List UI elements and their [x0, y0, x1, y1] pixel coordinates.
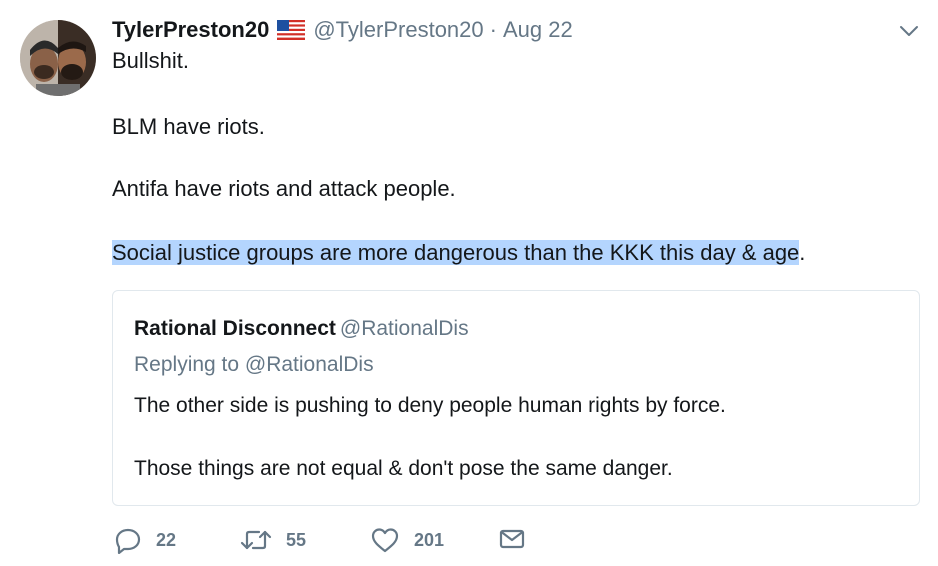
- like-count: 201: [414, 529, 445, 550]
- handle[interactable]: @TylerPreston20: [313, 16, 483, 44]
- tweet-paragraph: BLM have riots.: [112, 114, 265, 139]
- reply-button[interactable]: 22: [114, 526, 176, 554]
- selected-text-tail: .: [799, 240, 806, 265]
- tweet-paragraph: Antifa have riots and attack people.: [112, 176, 456, 201]
- quoted-text: Those things are not equal & don't pose …: [134, 457, 673, 480]
- quoted-tweet[interactable]: Rational Disconnect @RationalDis Replying…: [112, 290, 920, 506]
- tweet-paragraph: Bullshit.: [112, 48, 190, 73]
- reply-count: 22: [156, 529, 177, 550]
- direct-message-button[interactable]: [498, 526, 526, 552]
- like-button[interactable]: 201: [370, 526, 444, 554]
- tweet-actions: 22 55 201: [114, 526, 554, 556]
- retweet-count: 55: [286, 529, 307, 550]
- quoted-header: Rational Disconnect @RationalDis: [134, 315, 469, 343]
- separator: ·: [489, 17, 497, 42]
- timestamp[interactable]: Aug 22: [503, 16, 573, 44]
- tweet[interactable]: TylerPreston20 @TylerPreston20 · Aug 22 …: [0, 0, 938, 566]
- chevron-down-icon[interactable]: [898, 20, 920, 42]
- retweet-icon: [240, 526, 272, 554]
- quoted-display-name: Rational Disconnect: [134, 317, 336, 340]
- tweet-paragraph: Social justice groups are more dangerous…: [112, 238, 805, 268]
- us-flag-icon: [277, 20, 306, 40]
- quoted-text: The other side is pushing to deny people…: [134, 394, 726, 417]
- heart-icon: [370, 526, 400, 554]
- retweet-button[interactable]: 55: [240, 526, 306, 554]
- display-name[interactable]: TylerPreston20: [112, 16, 269, 44]
- replying-to: Replying to @RationalDis: [134, 353, 374, 376]
- tweet-header: TylerPreston20 @TylerPreston20 · Aug 22: [112, 16, 573, 44]
- reply-icon: [114, 526, 142, 554]
- quoted-handle: @RationalDis: [339, 317, 469, 340]
- selected-text: Social justice groups are more dangerous…: [112, 240, 800, 265]
- avatar[interactable]: [20, 20, 96, 96]
- envelope-icon: [498, 526, 526, 552]
